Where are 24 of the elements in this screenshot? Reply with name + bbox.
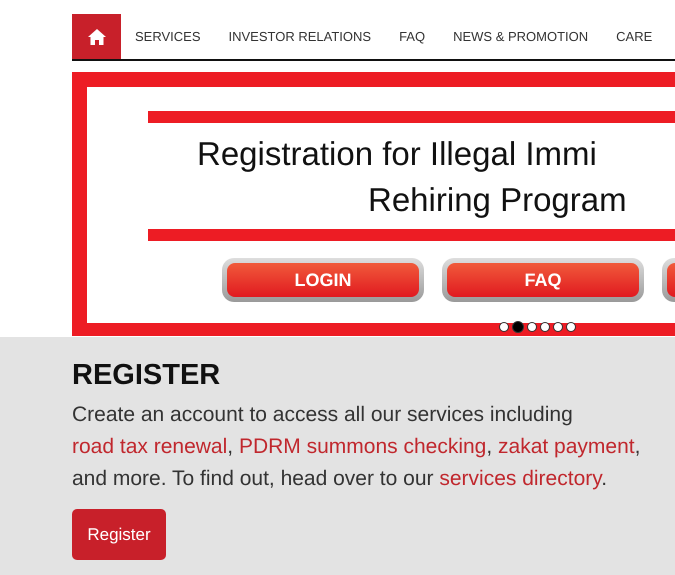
- slide-dot[interactable]: [527, 322, 537, 332]
- slide-dot[interactable]: [553, 322, 563, 332]
- nav-tab[interactable]: FAQ: [385, 14, 440, 59]
- register-paragraph: Create an account to access all our services including road tax renewal, PDRM summons checking, zakat payment, and more. To find out, head over to our services directory.: [72, 402, 642, 492]
- banner-button[interactable]: FAQ: [447, 263, 639, 297]
- slide-dot[interactable]: [499, 322, 509, 332]
- text-link[interactable]: road tax renewal: [72, 435, 228, 458]
- nav-tab[interactable]: INVESTOR RELATIONS: [214, 14, 386, 59]
- slide-dot[interactable]: [512, 321, 524, 333]
- banner-title: Registration for Illegal Immi: [196, 134, 597, 174]
- banner-title: Rehiring Program: [367, 180, 627, 220]
- nav-tab[interactable]: SERVICES: [121, 14, 215, 59]
- text-link[interactable]: zakat payment: [498, 435, 635, 458]
- home-icon: [86, 28, 106, 46]
- slide-dot[interactable]: [540, 322, 550, 332]
- home-tab[interactable]: [72, 14, 121, 59]
- banner-button[interactable]: LOGIN: [227, 263, 419, 297]
- register-button[interactable]: Register: [72, 509, 166, 560]
- text-link[interactable]: services directory: [439, 467, 602, 490]
- nav-tab[interactable]: CARE: [602, 14, 666, 59]
- slide-dot[interactable]: [566, 322, 576, 332]
- register-heading: REGISTER: [72, 358, 222, 393]
- nav-tab[interactable]: NEWS & PROMOTION: [439, 14, 602, 59]
- text-link[interactable]: PDRM summons checking: [238, 435, 486, 458]
